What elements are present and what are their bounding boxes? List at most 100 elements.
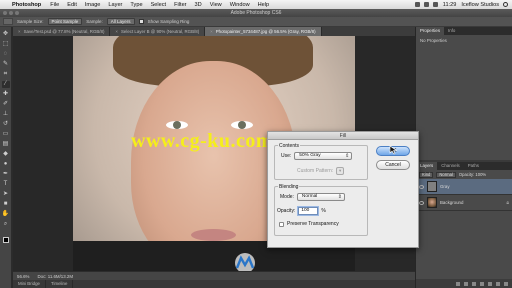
battery-icon[interactable] xyxy=(432,2,438,7)
doc-tab[interactable]: × Save/Test.psd @ 77.8% (Neutral, RGB/8) xyxy=(13,27,111,36)
menu-image[interactable]: Image xyxy=(81,2,105,8)
eyedropper-tool-icon[interactable]: ⁄ xyxy=(1,81,10,88)
properties-empty-text: No Properties xyxy=(420,38,447,43)
delete-layer-icon[interactable] xyxy=(504,281,508,286)
healing-tool-icon[interactable]: ✚ xyxy=(2,91,10,98)
minimize-window-icon[interactable] xyxy=(9,11,13,15)
menu-edit[interactable]: Edit xyxy=(63,2,81,8)
preserve-row: Preserve Transparency xyxy=(279,221,339,227)
zoom-tool-icon[interactable]: ⌕ xyxy=(2,221,10,228)
tab-info[interactable]: Info xyxy=(444,27,459,35)
menu-filter[interactable]: Filter xyxy=(170,2,190,8)
type-tool-icon[interactable]: T xyxy=(2,181,10,188)
add-style-icon[interactable] xyxy=(464,281,468,286)
close-tab-icon[interactable]: × xyxy=(115,29,118,34)
tool-preset-picker[interactable] xyxy=(3,18,13,25)
menu-view[interactable]: View xyxy=(206,2,226,8)
lasso-tool-icon[interactable]: ◌ xyxy=(2,51,10,58)
layer-name[interactable]: Gray xyxy=(440,184,450,189)
spotlight-search-icon[interactable] xyxy=(503,2,508,7)
clone-stamp-tool-icon[interactable]: ⊥ xyxy=(2,111,10,118)
layer-kind-filter[interactable]: Kind xyxy=(419,171,434,178)
tab-channels[interactable]: Channels xyxy=(437,162,464,170)
use-select[interactable]: 50% Gray xyxy=(294,152,353,160)
document-info[interactable]: Doc: 11.6M/13.2M xyxy=(37,274,73,279)
menu-window[interactable]: Window xyxy=(226,2,254,8)
layers-footer xyxy=(416,279,512,288)
add-mask-icon[interactable] xyxy=(472,281,476,286)
marquee-tool-icon[interactable]: ⬚ xyxy=(2,41,10,48)
menu-file[interactable]: File xyxy=(46,2,63,8)
layer-row[interactable]: Gray xyxy=(416,179,512,195)
mode-select[interactable]: Normal xyxy=(296,193,345,201)
watermark-text: www.cg-ku.com xyxy=(131,130,274,152)
properties-panel: No Properties xyxy=(416,35,512,160)
volume-icon[interactable] xyxy=(423,2,429,7)
new-adjustment-icon[interactable] xyxy=(480,281,484,286)
menu-3d[interactable]: 3D xyxy=(191,2,206,8)
quick-select-tool-icon[interactable]: ✎ xyxy=(2,61,10,68)
menu-select[interactable]: Select xyxy=(147,2,171,8)
link-layers-icon[interactable] xyxy=(456,281,460,286)
menu-layer[interactable]: Layer xyxy=(104,2,126,8)
preserve-transparency-checkbox[interactable] xyxy=(279,221,284,227)
blur-tool-icon[interactable]: ◆ xyxy=(2,151,10,158)
properties-panel-header: Properties Info xyxy=(416,27,512,35)
visibility-eye-icon[interactable] xyxy=(419,184,424,189)
doc-tab-active[interactable]: × Photopainter_5734487.jpg @ 56.5% (Gray,… xyxy=(205,27,322,36)
custom-pattern-picker: ▾ xyxy=(336,167,345,175)
wifi-icon[interactable] xyxy=(414,2,420,7)
mouse-pointer-icon xyxy=(389,145,398,155)
tab-mini-bridge[interactable]: Mini Bridge xyxy=(13,280,46,288)
sample-size-select[interactable]: Point Sample xyxy=(47,18,83,25)
menu-app-name[interactable]: Photoshop xyxy=(10,2,46,8)
visibility-eye-icon[interactable] xyxy=(419,200,424,205)
new-layer-icon[interactable] xyxy=(496,281,500,286)
menu-clock[interactable]: 11:29 xyxy=(440,2,460,8)
new-group-icon[interactable] xyxy=(488,281,492,286)
dodge-tool-icon[interactable]: ● xyxy=(2,161,10,168)
tab-layers[interactable]: Layers xyxy=(416,162,438,170)
sample-label: Sample: xyxy=(86,19,103,24)
sampling-ring-checkbox[interactable] xyxy=(138,19,144,24)
zoom-level[interactable]: 56.6% xyxy=(17,274,29,279)
layer-name[interactable]: Background xyxy=(440,200,463,205)
close-window-icon[interactable] xyxy=(3,11,7,15)
layer-thumbnail xyxy=(427,181,437,192)
use-row: Use: 50% Gray xyxy=(281,152,353,160)
menu-help[interactable]: Help xyxy=(254,2,274,8)
foreground-color-swatch[interactable] xyxy=(2,237,9,243)
tab-properties[interactable]: Properties xyxy=(416,27,445,35)
gradient-tool-icon[interactable]: ▤ xyxy=(2,141,10,148)
shape-tool-icon[interactable]: ■ xyxy=(2,201,10,208)
doc-tab[interactable]: × Select Layer B @ 90% (Neutral, RGB/8) xyxy=(110,27,206,36)
close-tab-icon[interactable]: × xyxy=(210,29,213,34)
preserve-transparency-label[interactable]: Preserve Transparency xyxy=(287,221,339,227)
opacity-input[interactable]: 100 xyxy=(298,207,319,215)
layer-thumbnail xyxy=(427,197,437,208)
menu-type[interactable]: Type xyxy=(126,2,146,8)
doc-tab-label: Save/Test.psd @ 77.8% (Neutral, RGB/8) xyxy=(23,29,105,34)
brush-tool-icon[interactable]: ✐ xyxy=(2,101,10,108)
move-tool-icon[interactable]: ✥ xyxy=(2,31,10,38)
hand-tool-icon[interactable]: ✋ xyxy=(2,211,10,218)
eraser-tool-icon[interactable]: ▭ xyxy=(2,131,10,138)
crop-tool-icon[interactable]: ⌗ xyxy=(2,71,10,78)
path-select-tool-icon[interactable]: ➤ xyxy=(2,191,10,198)
history-brush-tool-icon[interactable]: ↺ xyxy=(2,121,10,128)
menu-user[interactable]: Iceflow Studios xyxy=(459,2,503,8)
layer-opacity[interactable]: Opacity: 100% xyxy=(459,172,486,177)
options-bar: Sample Size: Point Sample Sample: All La… xyxy=(0,17,512,27)
tab-paths[interactable]: Paths xyxy=(464,162,483,170)
dialog-title: Fill xyxy=(268,132,418,140)
sample-select[interactable]: All Layers xyxy=(106,18,135,25)
fill-dialog: Fill Contents Use: 50% Gray Custom Patte… xyxy=(267,131,419,248)
pen-tool-icon[interactable]: ✒ xyxy=(2,171,10,178)
photo-left-eye xyxy=(166,121,188,129)
close-tab-icon[interactable]: × xyxy=(18,29,21,34)
cancel-button[interactable]: Cancel xyxy=(376,160,410,170)
tab-timeline[interactable]: Timeline xyxy=(46,280,74,288)
zoom-window-icon[interactable] xyxy=(15,11,19,15)
layer-row[interactable]: Background 🔒︎ xyxy=(416,195,512,211)
layer-blend-mode-select[interactable]: Normal xyxy=(436,171,456,178)
